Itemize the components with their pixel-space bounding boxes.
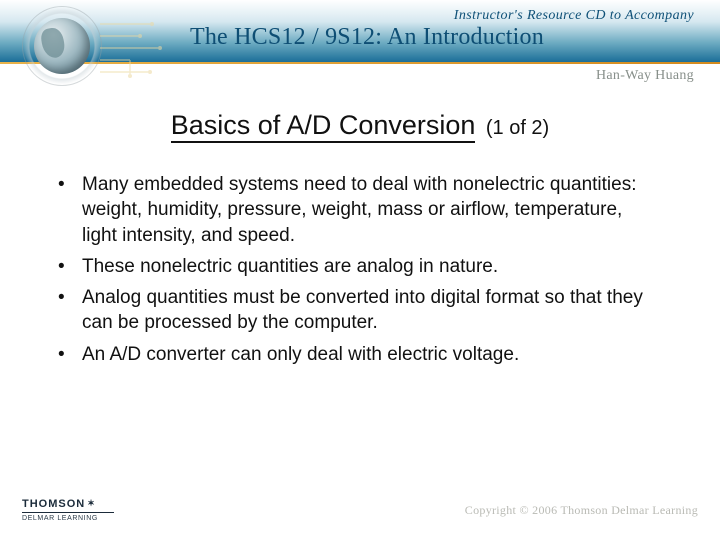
publisher-brand: THOMSON — [22, 498, 85, 510]
header-suptitle: Instructor's Resource CD to Accompany — [454, 8, 694, 24]
bullet-item: Many embedded systems need to deal with … — [54, 172, 660, 248]
bullet-item: An A/D converter can only deal with elec… — [54, 342, 660, 367]
globe-icon — [22, 6, 102, 86]
header-title: The HCS12 / 9S12: An Introduction — [190, 24, 544, 51]
bullet-text: Analog quantities must be converted into… — [82, 287, 643, 333]
bullet-text: These nonelectric quantities are analog … — [82, 256, 498, 277]
bullet-list: Many embedded systems need to deal with … — [54, 172, 660, 373]
circuit-icon — [100, 14, 172, 84]
publisher-logo: THOMSON✶ DELMAR LEARNING — [22, 498, 114, 522]
header: Instructor's Resource CD to Accompany Th… — [0, 0, 720, 92]
slide: Instructor's Resource CD to Accompany Th… — [0, 0, 720, 540]
bullet-text: Many embedded systems need to deal with … — [82, 174, 636, 246]
publisher-sub: DELMAR LEARNING — [22, 515, 114, 522]
bullet-item: Analog quantities must be converted into… — [54, 285, 660, 336]
logo-rule — [22, 512, 114, 513]
copyright: Copyright © 2006 Thomson Delmar Learning — [465, 503, 698, 518]
slide-title-suffix: (1 of 2) — [486, 117, 549, 139]
star-icon: ✶ — [87, 498, 96, 509]
slide-title-row: Basics of A/D Conversion (1 of 2) — [0, 110, 720, 141]
header-author: Han-Way Huang — [596, 68, 694, 84]
bullet-text: An A/D converter can only deal with elec… — [82, 344, 519, 365]
bullet-item: These nonelectric quantities are analog … — [54, 254, 660, 279]
slide-title: Basics of A/D Conversion — [171, 110, 476, 143]
